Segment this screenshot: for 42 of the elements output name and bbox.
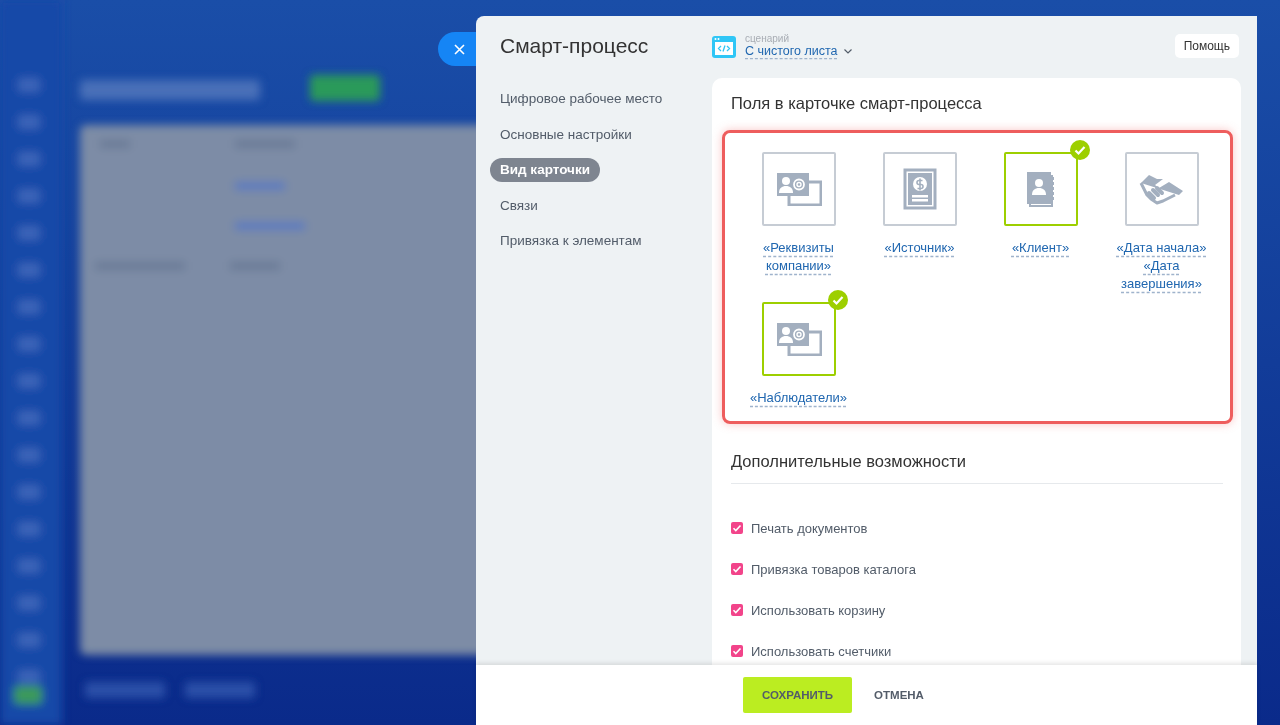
option-label: Печать документов — [751, 520, 868, 536]
panel-title: Смарт-процесс — [500, 34, 649, 58]
checkbox[interactable] — [731, 645, 743, 657]
field-link[interactable]: «Источник» — [884, 239, 955, 257]
chevron-down-icon — [843, 48, 852, 54]
code-window-icon — [712, 36, 736, 58]
field-link[interactable]: «Клиент» — [1011, 239, 1070, 257]
save-button[interactable]: СОХРАНИТЬ — [743, 677, 853, 713]
check-badge-icon — [1069, 140, 1090, 160]
field-tile[interactable] — [1003, 152, 1078, 226]
help-button[interactable]: Помощь — [1174, 34, 1239, 58]
scenario-caption: сценарий — [745, 33, 790, 44]
section-title: Поля в карточке смарт-процесса — [731, 94, 983, 113]
field-tile[interactable] — [882, 152, 957, 226]
nav-item[interactable]: Связи — [490, 193, 548, 218]
option-label: Использовать корзину — [751, 602, 886, 618]
option-label: Привязка товаров каталога — [751, 561, 917, 577]
field-link[interactable]: «Дата начала» «Дата завершения» — [1109, 239, 1214, 293]
cancel-button[interactable]: ОТМЕНА — [868, 688, 930, 702]
section-title: Дополнительные возможности — [731, 452, 1223, 484]
nav-item[interactable]: Цифровое рабочее место — [490, 87, 673, 111]
field-link[interactable]: «Реквизиты компании» — [746, 239, 851, 275]
checkbox[interactable] — [731, 563, 743, 575]
field-link[interactable]: «Наблюдатели» — [750, 389, 847, 407]
check-badge-icon — [827, 290, 848, 310]
nav-item[interactable]: Привязка к элементам — [490, 229, 652, 253]
scenario-dropdown[interactable]: С чистого листа — [745, 44, 852, 58]
address-book-icon — [1025, 171, 1056, 207]
field-tile[interactable] — [1124, 152, 1199, 226]
option-label: Использовать счетчики — [751, 643, 892, 659]
checkbox[interactable] — [731, 522, 743, 534]
contact-card-icon — [775, 322, 822, 356]
nav-item[interactable]: Вид карточки — [490, 158, 600, 182]
field-tile[interactable] — [761, 302, 836, 376]
close-icon — [453, 43, 465, 55]
checkbox[interactable] — [731, 604, 743, 616]
close-button[interactable] — [438, 32, 476, 66]
contact-card-icon — [775, 172, 822, 206]
field-tile[interactable] — [761, 152, 836, 226]
handshake-icon — [1138, 173, 1185, 205]
nav-item[interactable]: Основные настройки — [490, 122, 642, 147]
invoice-icon — [902, 168, 937, 210]
